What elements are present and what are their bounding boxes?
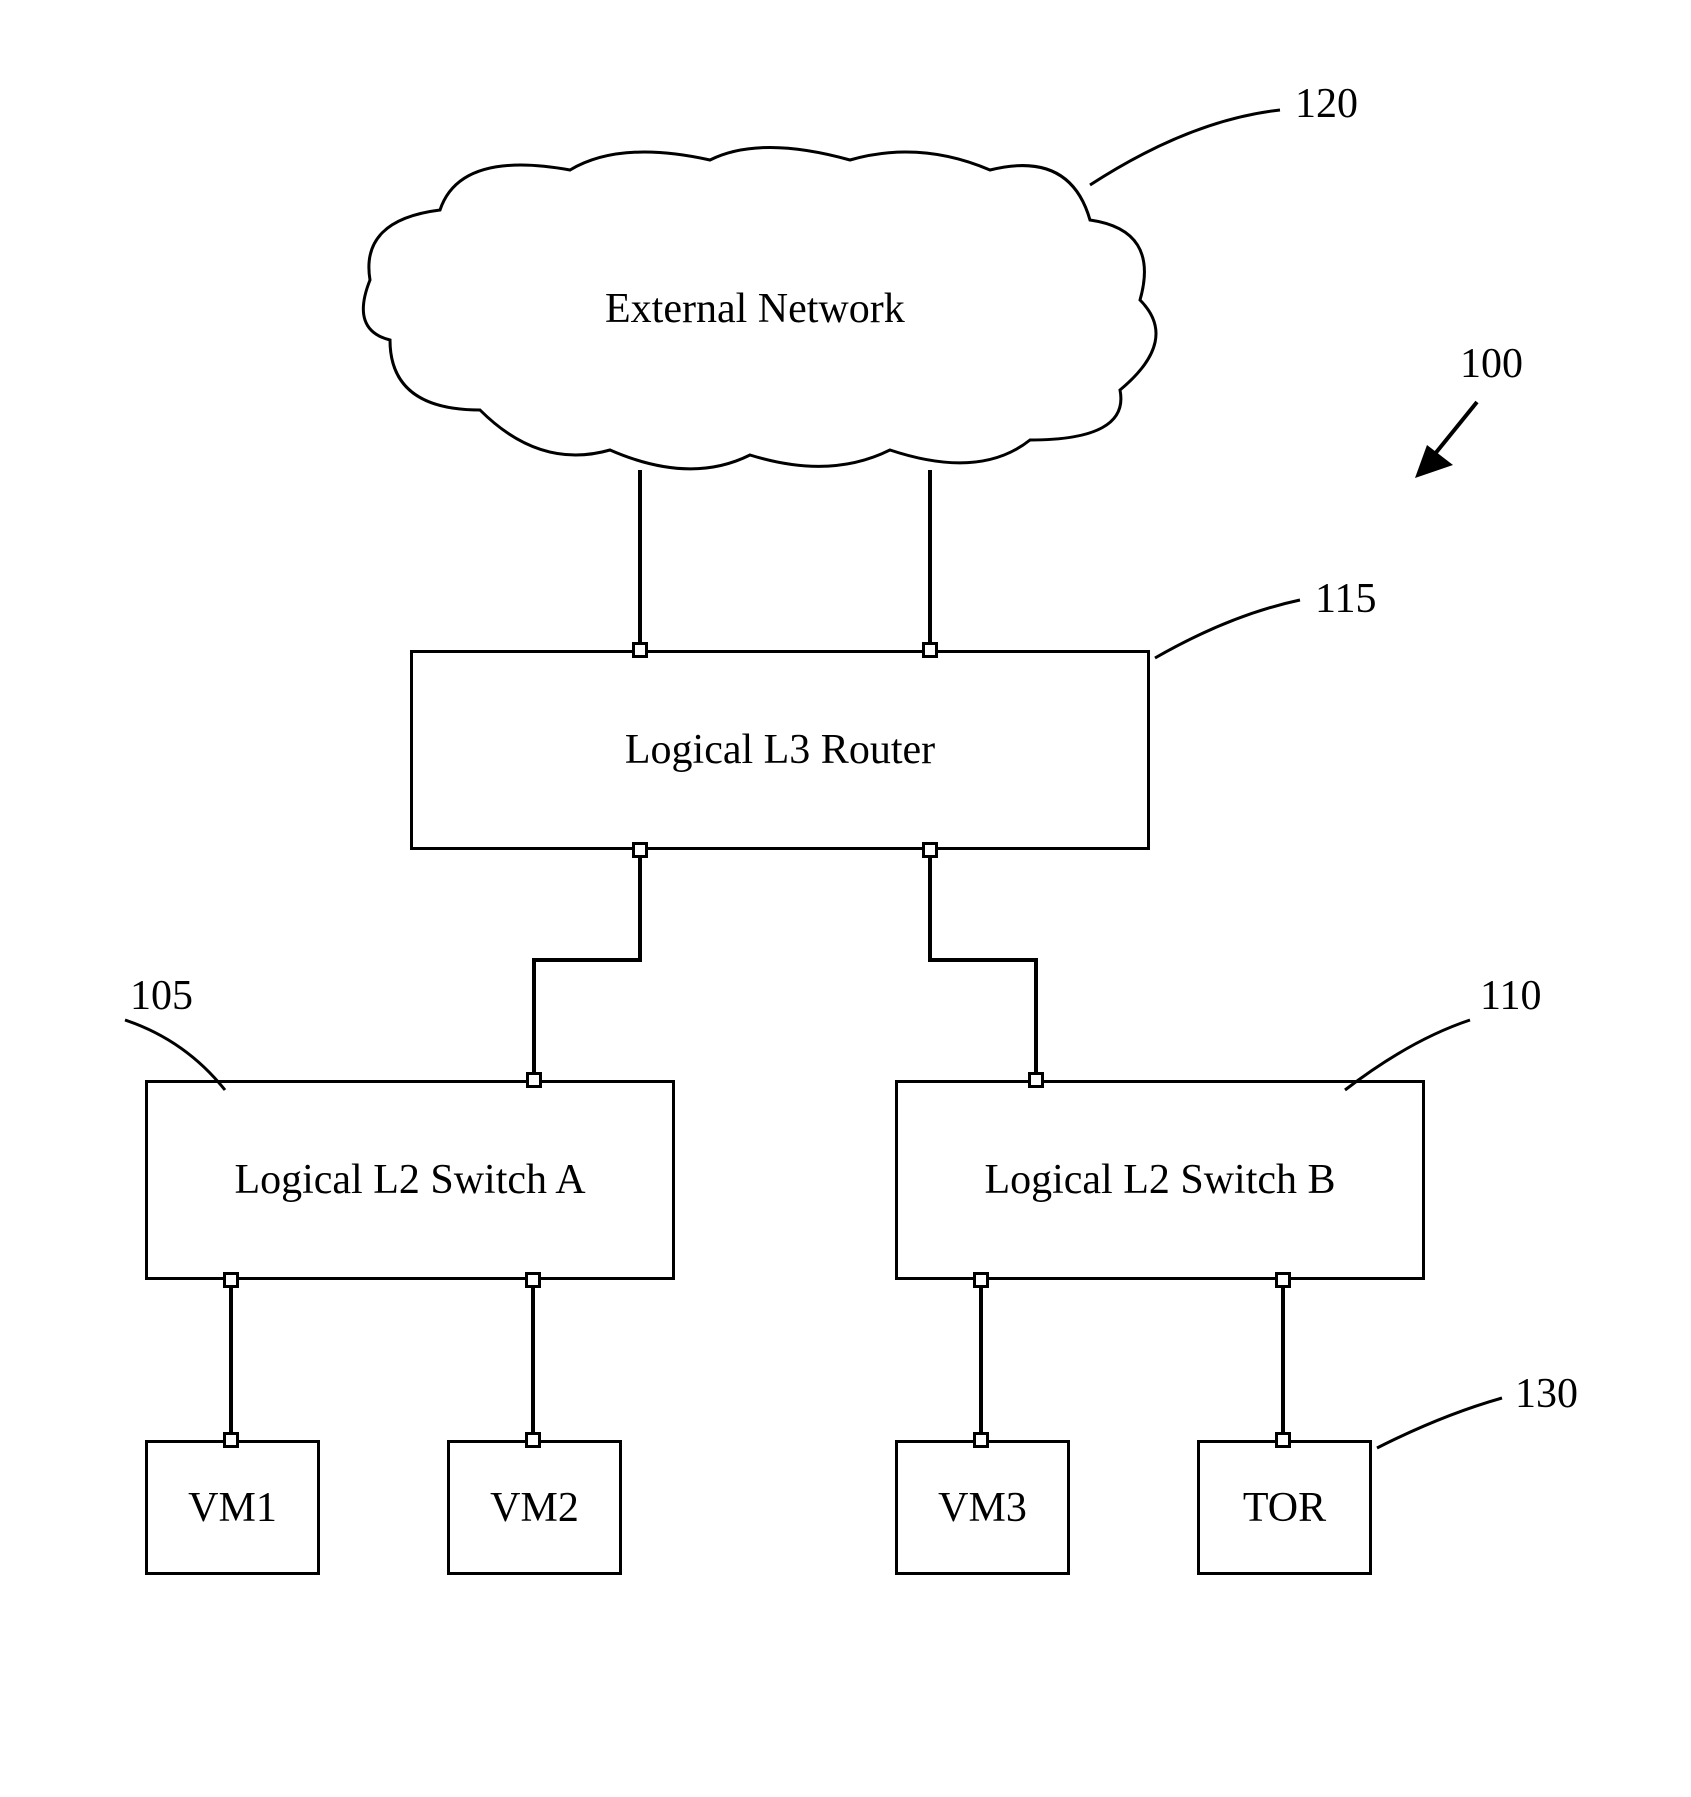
vm3-box: VM3 — [895, 1440, 1070, 1575]
conn-router-switchB-v2 — [1034, 958, 1038, 1072]
ref-router: 115 — [1315, 575, 1376, 623]
conn-switchA-vm2 — [531, 1288, 535, 1432]
router-label: Logical L3 Router — [625, 726, 935, 774]
conn-router-switchB-h — [928, 958, 1038, 962]
vm3-label: VM3 — [938, 1484, 1027, 1532]
port-router-bot-left — [632, 842, 648, 858]
port-tor-top — [1275, 1432, 1291, 1448]
switch-a-box: Logical L2 Switch A — [145, 1080, 675, 1280]
vm1-box: VM1 — [145, 1440, 320, 1575]
ref-cloud: 120 — [1295, 80, 1358, 128]
conn-switchB-tor — [1281, 1288, 1285, 1432]
ref-figure: 100 — [1460, 340, 1523, 388]
port-router-top-right — [922, 642, 938, 658]
switch-b-label: Logical L2 Switch B — [984, 1156, 1335, 1204]
port-router-bot-right — [922, 842, 938, 858]
switch-a-label: Logical L2 Switch A — [234, 1156, 585, 1204]
port-switchB-top — [1028, 1072, 1044, 1088]
conn-switchA-vm1 — [229, 1288, 233, 1432]
port-switchA-bot-2 — [525, 1272, 541, 1288]
callout-cloud — [1080, 100, 1300, 200]
port-router-top-left — [632, 642, 648, 658]
port-switchA-bot-1 — [223, 1272, 239, 1288]
conn-switchB-vm3 — [979, 1288, 983, 1432]
vm2-box: VM2 — [447, 1440, 622, 1575]
conn-router-switchA-v2 — [532, 958, 536, 1072]
figure-arrow-icon — [1405, 390, 1495, 490]
port-switchA-top — [526, 1072, 542, 1088]
conn-router-switchA-v1 — [638, 858, 642, 958]
tor-label: TOR — [1243, 1484, 1326, 1532]
ref-tor: 130 — [1515, 1370, 1578, 1418]
switch-b-box: Logical L2 Switch B — [895, 1080, 1425, 1280]
port-vm3-top — [973, 1432, 989, 1448]
callout-switch-b — [1340, 1010, 1480, 1100]
vm2-label: VM2 — [490, 1484, 579, 1532]
vm1-label: VM1 — [188, 1484, 277, 1532]
callout-router — [1150, 590, 1310, 670]
ref-switch-a: 105 — [130, 972, 193, 1020]
network-diagram: External Network 120 100 Logical L3 Rout… — [0, 0, 1691, 1797]
port-vm1-top — [223, 1432, 239, 1448]
callout-tor — [1372, 1390, 1512, 1460]
conn-cloud-router-left — [638, 470, 642, 642]
conn-router-switchA-h — [532, 958, 642, 962]
cloud-label: External Network — [605, 285, 905, 333]
port-switchB-bot-1 — [973, 1272, 989, 1288]
callout-switch-a — [115, 1010, 235, 1100]
port-vm2-top — [525, 1432, 541, 1448]
port-switchB-bot-2 — [1275, 1272, 1291, 1288]
conn-router-switchB-v1 — [928, 858, 932, 958]
router-box: Logical L3 Router — [410, 650, 1150, 850]
conn-cloud-router-right — [928, 470, 932, 642]
ref-switch-b: 110 — [1480, 972, 1541, 1020]
tor-box: TOR — [1197, 1440, 1372, 1575]
